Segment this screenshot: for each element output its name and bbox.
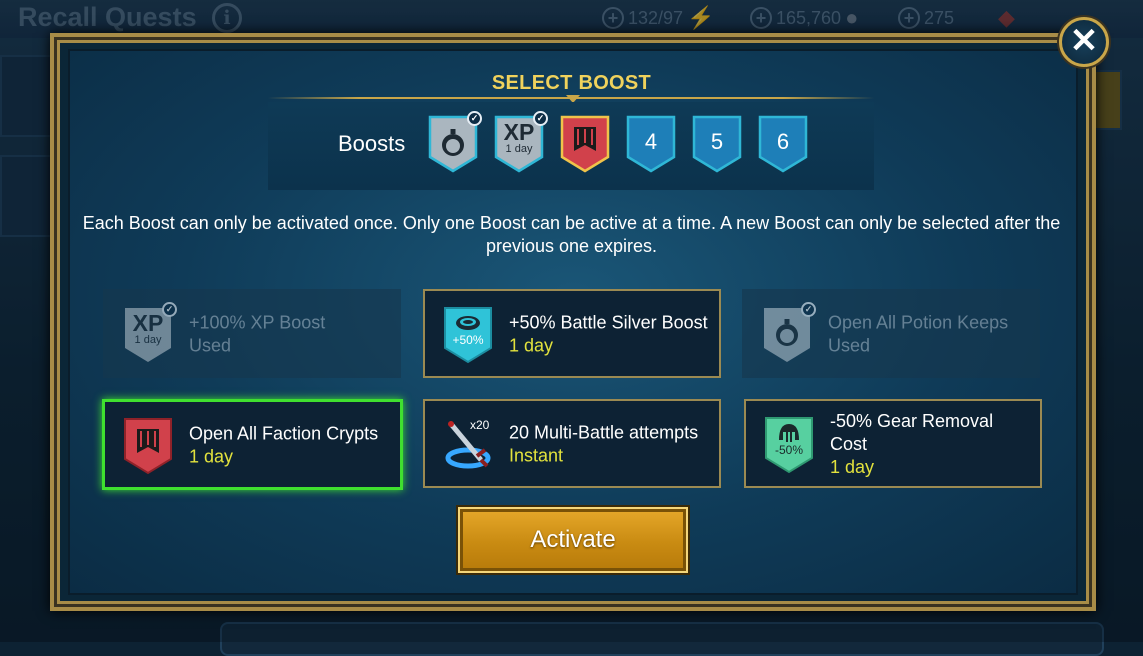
card-name: -50% Gear Removal Cost — [830, 410, 994, 454]
xp-badge-sub: 1 day — [505, 143, 533, 155]
dialog-title: SELECT BOOST — [491, 72, 652, 94]
xp-boost-icon: XP 1 day ✓ — [123, 302, 177, 364]
check-icon: ✓ — [162, 302, 177, 317]
card-potion-keeps: ✓ Open All Potion Keeps Used — [742, 289, 1040, 378]
faction-banner-icon — [123, 417, 173, 475]
card-name: 20 Multi-Battle attempts — [509, 422, 699, 442]
card-name: +50% Battle Silver Boost — [509, 312, 708, 332]
xp-icon-sub: 1 day — [134, 334, 162, 346]
card-duration: 1 day — [830, 456, 875, 477]
check-icon: ✓ — [801, 302, 816, 317]
potion-keep-icon: ✓ — [762, 302, 816, 364]
slot-number: 5 — [710, 129, 724, 154]
gear-icon-label: -50% — [774, 443, 803, 457]
silver-icon-label: +50% — [452, 333, 484, 347]
boost-slot-faction[interactable] — [560, 115, 610, 173]
boost-slot-potion[interactable]: ✓ — [428, 111, 482, 173]
card-faction-crypts[interactable]: Open All Faction Crypts 1 day — [102, 399, 403, 490]
multi-battle-count: x20 — [470, 418, 490, 432]
check-icon: ✓ — [467, 111, 482, 126]
card-battle-silver-boost[interactable]: +50% +50% Battle Silver Boost 1 day — [423, 289, 721, 378]
card-name: Open All Faction Crypts — [189, 423, 379, 443]
card-xp-boost: XP 1 day ✓ +100% XP Boost Used — [103, 289, 401, 378]
silver-boost-icon: +50% — [443, 306, 493, 364]
card-duration: 1 day — [189, 446, 234, 466]
boost-slot-4[interactable]: 4 — [626, 115, 676, 173]
boost-slot-6[interactable]: 6 — [758, 115, 808, 173]
close-button[interactable]: ✕ — [1059, 17, 1109, 67]
activate-button[interactable]: Activate — [458, 507, 688, 573]
faction-banner-icon — [560, 115, 610, 173]
card-duration: 1 day — [509, 335, 554, 355]
boost-slot-xp[interactable]: XP 1 day ✓ — [494, 111, 548, 173]
slot-number: 4 — [644, 129, 658, 154]
card-status: Used — [828, 335, 871, 355]
card-status: Used — [189, 335, 232, 355]
card-name: +100% XP Boost — [189, 312, 326, 332]
boosts-label: Boosts — [338, 131, 406, 156]
card-duration: Instant — [509, 445, 564, 465]
card-multi-battle[interactable]: 20 Multi-Battle attempts Instant — [423, 399, 721, 488]
slot-number: 6 — [776, 129, 790, 154]
card-name: Open All Potion Keeps — [828, 312, 1009, 332]
boost-slot-5[interactable]: 5 — [692, 115, 742, 173]
boost-description: Each Boost can only be activated once. O… — [82, 213, 1061, 256]
check-icon: ✓ — [533, 111, 548, 126]
card-gear-removal[interactable]: -50% -50% Gear Removal Cost 1 day — [744, 399, 1042, 488]
gear-removal-icon: -50% — [764, 416, 814, 474]
